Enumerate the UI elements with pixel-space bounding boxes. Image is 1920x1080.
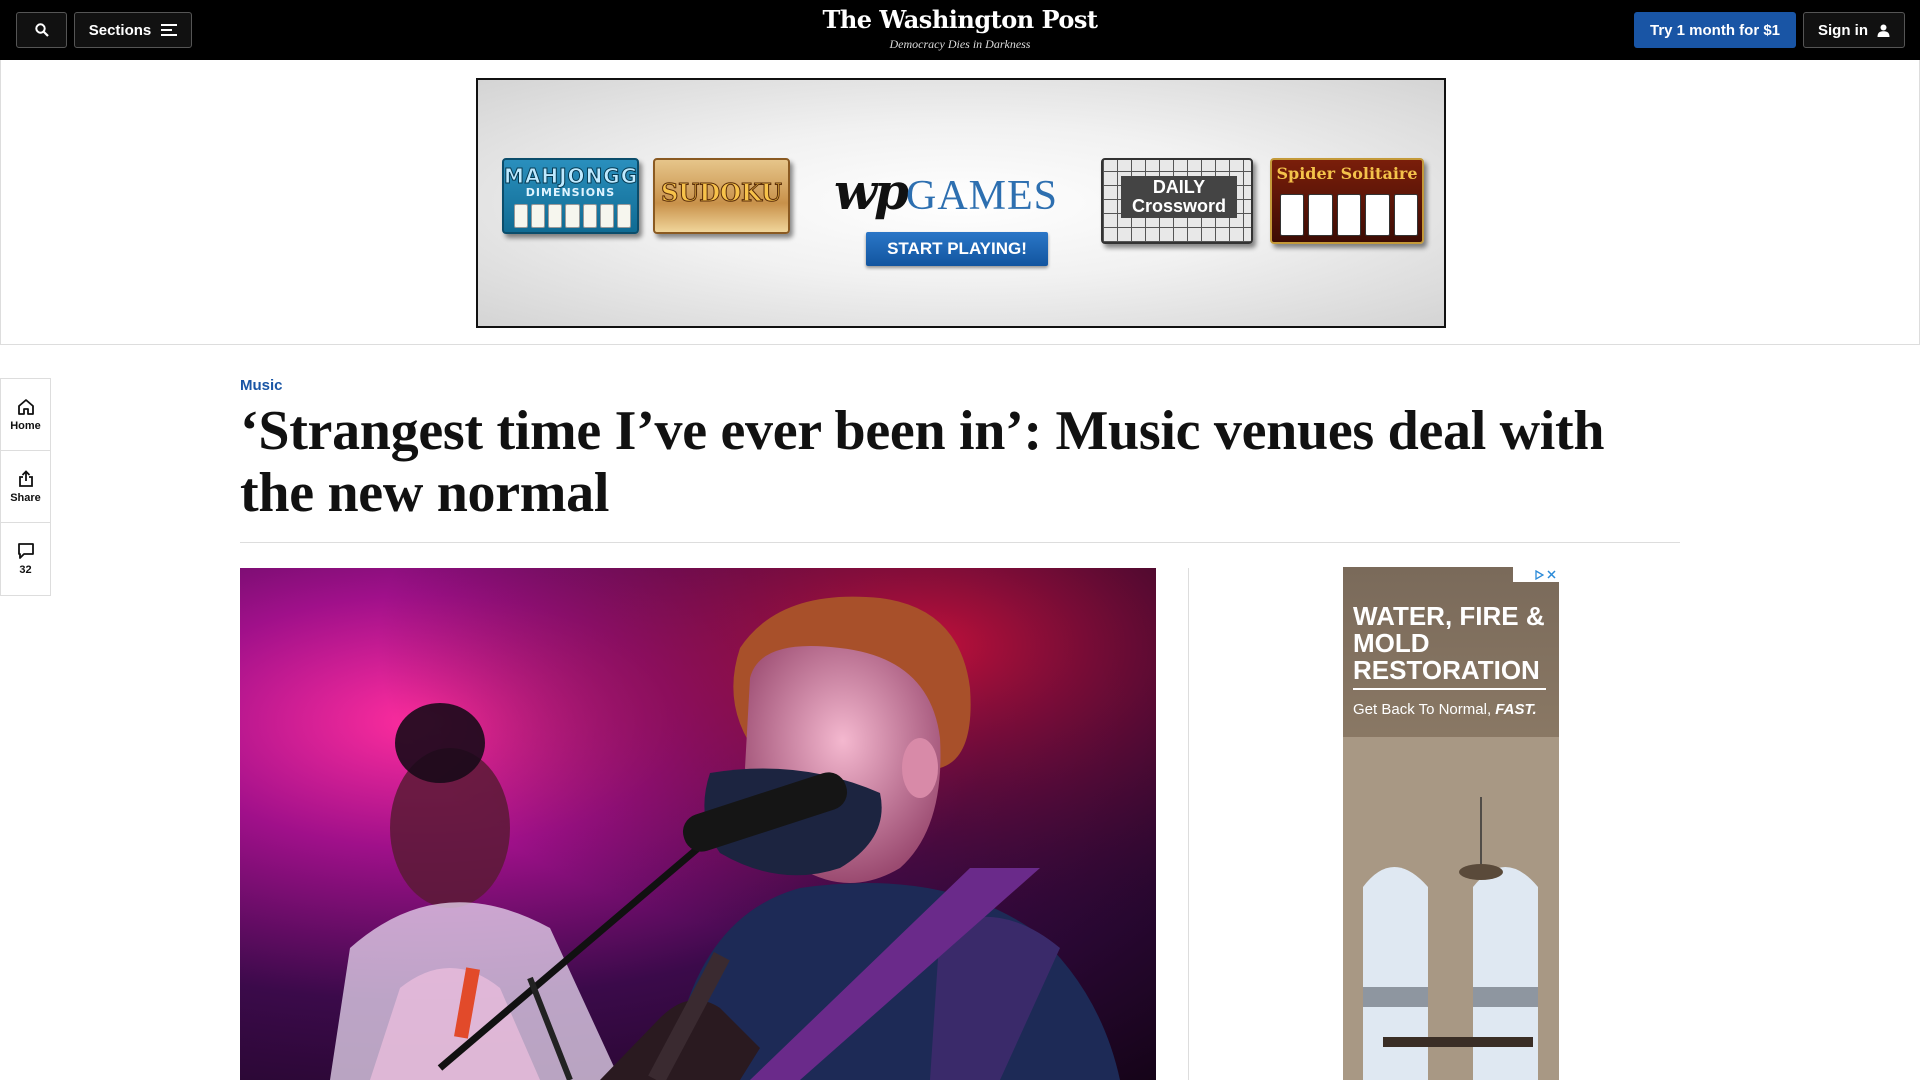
side-ad-subline-prefix: Get Back To Normal, [1353,701,1496,718]
masthead[interactable]: The Washington Post Democracy Dies in Da… [760,6,1160,52]
start-playing-button[interactable]: START PLAYING! [866,232,1048,266]
content-sidebar-divider [1188,568,1189,1080]
mahjongg-subtitle: DIMENSIONS [525,186,616,199]
sections-label: Sections [88,21,152,39]
games-wordmark: GAMES [905,173,1059,219]
side-ad-subline-emphasis: FAST. [1495,701,1537,718]
crossword-label: DAILY Crossword [1121,176,1237,218]
mahjongg-title: MAHJONGG [504,164,639,189]
article-kicker-link[interactable]: Music [240,377,283,394]
lead-photo[interactable] [240,568,1156,1080]
playing-cards-graphic [1280,194,1419,236]
share-icon [18,469,33,487]
mahjongg-tiles-graphic [514,204,631,228]
close-icon[interactable] [1547,570,1556,579]
top-navigation-bar: Sections The Washington Post Democracy D… [0,0,1920,60]
article-tools-rail: Home Share 32 [0,378,51,596]
side-ad-headline: WATER, FIRE & MOLD RESTORATION [1353,601,1545,685]
rail-share-label: Share [10,491,41,504]
site-tagline: Democracy Dies in Darkness [889,37,1031,51]
crossword-label-line2: Crossword [1131,196,1227,216]
sections-menu-button[interactable]: Sections [74,12,192,48]
crossword-label-line1: DAILY [1152,177,1206,197]
site-logo[interactable]: The Washington Post [760,6,1160,34]
restoration-side-ad[interactable]: WATER, FIRE & MOLD RESTORATION Get Back … [1343,567,1559,1080]
comment-icon [17,543,34,559]
musician-photo-illustration [240,568,1156,1080]
home-icon [17,398,34,415]
spider-solitaire-title: Spider Solitaire [1276,164,1418,183]
search-icon [34,23,49,37]
wp-mark: wp [833,162,909,221]
spider-solitaire-game-tile[interactable]: Spider Solitaire [1270,158,1424,244]
mahjongg-game-tile[interactable]: MAHJONGG DIMENSIONS [502,158,639,234]
top-ad-container: MAHJONGG DIMENSIONS SUDOKU wpGAMES START… [0,60,1920,345]
wp-games-ad-banner[interactable]: MAHJONGG DIMENSIONS SUDOKU wpGAMES START… [476,78,1446,328]
subscribe-trial-button[interactable]: Try 1 month for $1 [1634,12,1796,48]
crossword-game-tile[interactable]: DAILY Crossword [1101,158,1253,244]
search-button[interactable] [16,12,67,48]
sudoku-title: SUDOKU [661,178,783,208]
sudoku-game-tile[interactable]: SUDOKU [653,158,790,234]
sign-in-label: Sign in [1818,21,1868,39]
user-icon [1877,24,1890,37]
rail-comments-button[interactable]: 32 [1,523,50,595]
rail-comments-count: 32 [19,564,32,576]
article-headline: ‘Strangest time I’ve ever been in’: Musi… [240,400,1605,524]
side-ad-rule [1353,688,1546,690]
hamburger-menu-icon [161,24,178,36]
ad-choices-icon [1535,569,1544,580]
rail-home-label: Home [10,419,41,432]
headline-divider [240,542,1680,543]
ad-choices-badge[interactable] [1513,567,1559,582]
wp-games-logo: wpGAMES [830,162,1062,221]
sign-in-button[interactable]: Sign in [1803,12,1905,48]
rail-share-button[interactable]: Share [1,451,50,523]
rail-home-button[interactable]: Home [1,379,50,451]
side-ad-subline: Get Back To Normal, FAST. [1353,701,1537,718]
